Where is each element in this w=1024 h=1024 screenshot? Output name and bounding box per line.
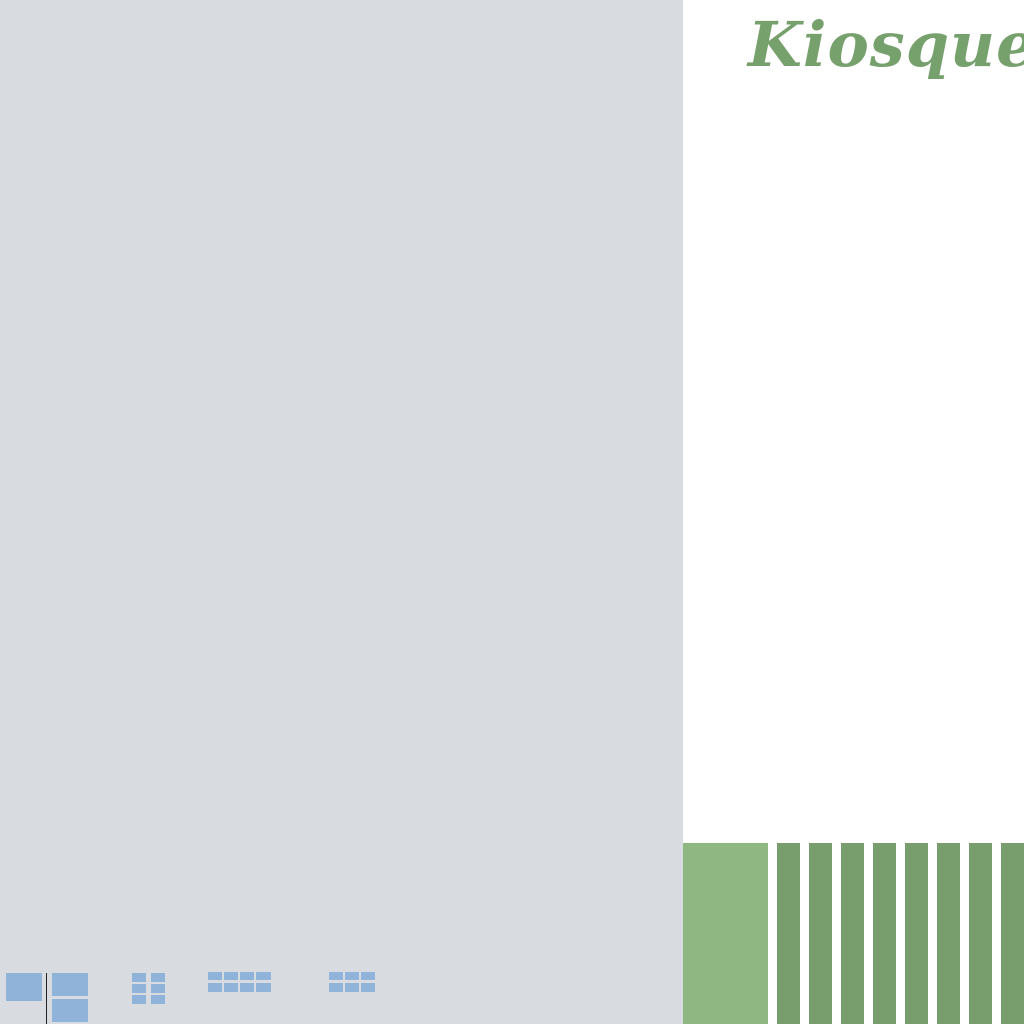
layout-1-plus-2-icon — [6, 973, 42, 1001]
layout-cell — [208, 983, 222, 992]
layout-cell — [151, 973, 165, 982]
layout-divider — [46, 973, 47, 1024]
layout-cell — [240, 972, 254, 980]
tile-bar-6[interactable] — [937, 843, 960, 1024]
tile-large[interactable] — [683, 843, 768, 1024]
layout-cell — [256, 983, 271, 992]
layout-4x2-grid-button[interactable] — [208, 972, 271, 992]
layout-2x3-grid-icon — [132, 973, 146, 982]
layout-cell — [345, 983, 359, 992]
layout-cell — [329, 983, 343, 992]
workspace-area — [0, 0, 683, 1024]
layout-cell — [240, 983, 254, 992]
kiosk-screen: Kiosque — [0, 0, 1024, 1024]
tile-bar-8[interactable] — [1001, 843, 1024, 1024]
layout-cell — [52, 999, 88, 1022]
layout-cell — [132, 995, 146, 1004]
tile-bar-2[interactable] — [809, 843, 832, 1024]
tile-bar-4[interactable] — [873, 843, 896, 1024]
layout-cell — [224, 983, 238, 992]
tile-bar-7[interactable] — [969, 843, 992, 1024]
layout-cell — [224, 972, 238, 980]
layout-3x2-grid-button[interactable] — [329, 972, 375, 992]
layout-cell — [256, 972, 271, 980]
layout-cell — [345, 972, 359, 980]
layout-1-plus-2-button[interactable] — [5, 973, 89, 1022]
layout-cell — [132, 984, 146, 993]
layout-cell — [52, 973, 88, 996]
layout-cell — [361, 983, 375, 992]
layout-3x2-grid-icon — [329, 972, 343, 980]
layout-4x2-grid-icon — [208, 972, 222, 980]
side-panel: Kiosque — [683, 0, 1024, 1024]
layout-cell — [361, 972, 375, 980]
layout-2x3-grid-button[interactable] — [132, 973, 166, 1004]
tile-bar-3[interactable] — [841, 843, 864, 1024]
tile-bar-1[interactable] — [777, 843, 800, 1024]
layout-cell — [151, 984, 165, 993]
layout-cell — [151, 995, 165, 1004]
app-title: Kiosque — [748, 8, 1024, 81]
tile-bar-5[interactable] — [905, 843, 928, 1024]
